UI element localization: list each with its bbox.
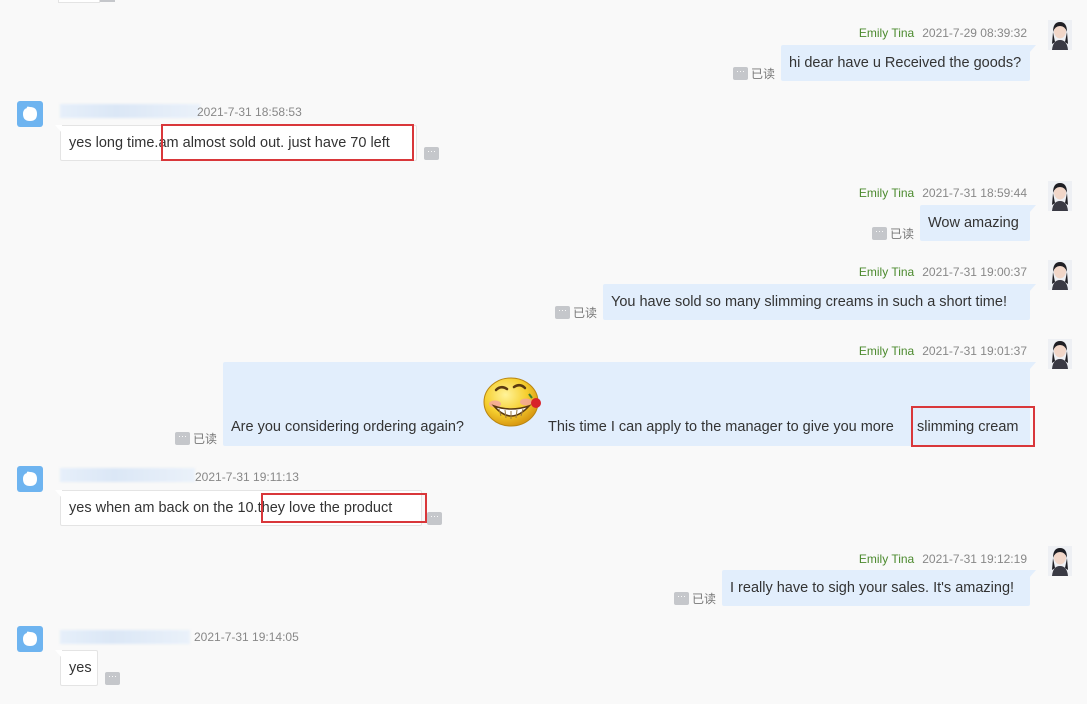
avatar[interactable] [1048, 20, 1072, 50]
avatar[interactable] [1048, 339, 1072, 369]
message-bubble[interactable]: I really have to sigh your sales. It's a… [722, 570, 1036, 606]
sender-name: Emily Tina [858, 344, 915, 358]
read-label: 已读 [573, 306, 598, 320]
message-bubble[interactable]: Wow amazing [920, 205, 1036, 241]
read-status[interactable]: ··· 已读 [872, 225, 914, 242]
timestamp: 2021-7-31 19:12:19 [922, 552, 1027, 566]
sender-name: Emily Tina [858, 265, 915, 279]
avatar[interactable] [1048, 546, 1072, 576]
prev-bubble-fragment [58, 0, 100, 3]
message-meta: Emily Tina 2021-7-31 19:01:37 [859, 344, 1027, 358]
more-icon[interactable]: ··· [175, 432, 190, 445]
more-icon[interactable]: ··· [733, 67, 748, 80]
sender-name: Emily Tina [858, 26, 915, 40]
message-meta: Emily Tina 2021-7-31 19:12:19 [859, 552, 1027, 566]
avatar[interactable] [1048, 181, 1072, 211]
more-icon[interactable]: ··· [427, 512, 442, 525]
message-meta: Emily Tina 2021-7-31 18:59:44 [859, 186, 1027, 200]
sender-name: Emily Tina [858, 186, 915, 200]
message-bubble[interactable]: You have sold so many slimming creams in… [603, 284, 1036, 320]
message-text: hi dear have u Received the goods? [789, 55, 1022, 71]
message-text: Wow amazing [928, 215, 1019, 231]
highlight-box [261, 493, 427, 523]
message-text: yes long time. [69, 135, 159, 151]
grinning-emoji-icon [481, 368, 545, 432]
message-meta: Emily Tina 2021-7-31 19:00:37 [859, 265, 1027, 279]
more-icon[interactable]: ··· [555, 306, 570, 319]
read-label: 已读 [692, 592, 717, 606]
read-label: 已读 [890, 227, 915, 241]
avatar[interactable] [17, 101, 43, 127]
contact-name-blurred [60, 468, 195, 482]
contact-name-blurred [60, 630, 190, 644]
message-bubble[interactable]: hi dear have u Received the goods? [781, 45, 1036, 81]
more-icon[interactable]: ··· [674, 592, 689, 605]
more-icon[interactable]: ··· [105, 672, 120, 685]
timestamp: 2021-7-31 19:11:13 [195, 470, 299, 484]
timestamp: 2021-7-31 19:00:37 [922, 265, 1027, 279]
avatar[interactable] [17, 466, 43, 492]
timestamp: 2021-7-29 08:39:32 [922, 26, 1027, 40]
highlight-box [161, 124, 414, 161]
more-icon[interactable]: ··· [872, 227, 887, 240]
read-status[interactable]: ··· 已读 [555, 304, 597, 321]
contact-name-blurred [60, 104, 200, 118]
read-status[interactable]: ··· 已读 [733, 65, 775, 82]
message-text: You have sold so many slimming creams in… [611, 294, 1007, 310]
message-text: This time I can apply to the manager to … [548, 419, 894, 435]
read-status[interactable]: ··· 已读 [175, 430, 217, 447]
read-status[interactable]: ··· 已读 [674, 590, 716, 607]
message-bubble[interactable]: Are you considering ordering again? This… [223, 362, 1036, 446]
timestamp: 2021-7-31 18:58:53 [197, 105, 302, 119]
prev-more-fragment [100, 0, 115, 2]
read-label: 已读 [751, 67, 776, 81]
timestamp: 2021-7-31 19:01:37 [922, 344, 1027, 358]
more-icon[interactable]: ··· [424, 147, 439, 160]
highlight-box [911, 406, 1035, 447]
avatar[interactable] [17, 626, 43, 652]
message-text: I really have to sigh your sales. It's a… [730, 580, 1015, 596]
message-meta: Emily Tina 2021-7-29 08:39:32 [859, 26, 1027, 40]
message-text: yes when am back on the 10. [69, 500, 258, 516]
timestamp: 2021-7-31 19:14:05 [194, 630, 299, 644]
timestamp: 2021-7-31 18:59:44 [922, 186, 1027, 200]
message-text: Are you considering ordering again? [231, 419, 464, 435]
read-label: 已读 [193, 432, 218, 446]
sender-name: Emily Tina [858, 552, 915, 566]
message-bubble[interactable]: yes [55, 650, 98, 686]
message-text: yes [69, 660, 92, 676]
avatar[interactable] [1048, 260, 1072, 290]
